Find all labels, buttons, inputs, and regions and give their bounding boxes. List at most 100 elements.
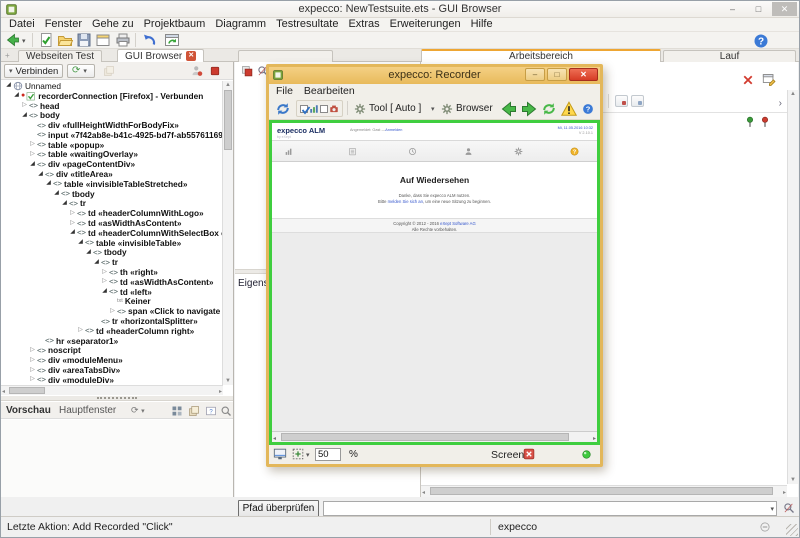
recorded-page-viewport[interactable]: expecco ALM by eXept Angemeldet: Gast —A… xyxy=(269,120,600,445)
scroll-left-icon[interactable]: ◂ xyxy=(422,489,425,496)
tree-node[interactable]: ▷ <> div «moduleDiv» xyxy=(1,375,223,385)
tab-arbeitsbereich[interactable]: Arbeitsbereich xyxy=(421,49,661,62)
record-copy-icon[interactable] xyxy=(241,65,253,77)
expander-icon[interactable]: ◢ xyxy=(28,160,37,169)
scroll-right-icon[interactable]: ▸ xyxy=(593,435,596,442)
expander-icon[interactable]: ◢ xyxy=(4,81,13,90)
tree-horizontal-scrollbar[interactable]: ◂ ▸ xyxy=(1,385,223,395)
tab-vorschau[interactable]: Vorschau xyxy=(6,405,51,416)
record-checkbox-checked[interactable] xyxy=(299,104,310,114)
sync-blue-icon[interactable] xyxy=(275,101,291,117)
tree-node[interactable]: ▷ <> div «moduleMenu» xyxy=(1,355,223,365)
badge-help-icon[interactable]: ? xyxy=(205,405,217,417)
scroll-up-icon[interactable]: ▲ xyxy=(225,82,231,88)
browser-label[interactable]: Browser xyxy=(456,103,493,114)
recorder-titlebar[interactable]: expecco: Recorder – □ ✕ xyxy=(269,67,600,84)
zoom-fit-icon[interactable] xyxy=(291,447,305,461)
back-arrow-icon[interactable] xyxy=(5,32,21,48)
tool-dropdown-icon[interactable]: ▾ xyxy=(431,105,435,113)
tree-node[interactable]: ◢ <> tr xyxy=(1,257,223,267)
expander-icon[interactable]: ◢ xyxy=(84,248,93,257)
expander-icon[interactable]: ▷ xyxy=(100,268,109,277)
accept-doc-icon[interactable] xyxy=(38,32,54,48)
minimize-button[interactable]: – xyxy=(720,2,745,16)
tree-node[interactable]: ▷<>span «Click to navigate to the login … xyxy=(1,306,223,316)
expander-icon[interactable]: ◢ xyxy=(68,228,77,237)
combo-dropdown-icon[interactable]: ▾ xyxy=(770,505,774,513)
menu-erweiterungen[interactable]: Erweiterungen xyxy=(385,18,466,31)
edit-window-icon[interactable] xyxy=(762,72,776,86)
recorder-help-icon[interactable]: ? xyxy=(582,103,594,115)
recorder-menu-bearbeiten[interactable]: Bearbeiten xyxy=(304,85,355,97)
tree-node[interactable]: ▷ <> th «right» xyxy=(1,267,223,277)
menu-gehe-zu[interactable]: Gehe zu xyxy=(87,18,139,31)
record-stop-icon[interactable] xyxy=(209,65,221,77)
tree-node[interactable]: ◢ <> tbody xyxy=(1,189,223,199)
scroll-down-icon[interactable]: ▼ xyxy=(225,378,231,384)
screen-close-icon[interactable] xyxy=(523,448,535,460)
tree-node[interactable]: ◢<>td «headerColumnWithSelectBox center» xyxy=(1,228,223,238)
preview-refresh-icon[interactable]: ⟳ ▾ xyxy=(131,405,145,416)
tree-node[interactable]: ◢ <> body xyxy=(1,110,223,120)
nav-forward-icon[interactable] xyxy=(521,101,537,117)
expander-icon[interactable]: ▷ xyxy=(28,366,37,375)
viewport-horizontal-scrollbar[interactable]: ◂ ▸ xyxy=(272,431,597,442)
reload-icon[interactable] xyxy=(541,101,557,117)
expander-icon[interactable]: ◢ xyxy=(20,111,29,120)
expander-icon[interactable]: ▷ xyxy=(68,219,77,228)
recorder-close-button[interactable]: ✕ xyxy=(569,68,598,81)
tab-gui-browser[interactable]: GUI Browser ✕ xyxy=(117,49,205,62)
tree-node[interactable]: ◢ <> table «invisibleTableStretched» xyxy=(1,179,223,189)
expander-icon[interactable]: ▷ xyxy=(76,326,85,335)
menu-extras[interactable]: Extras xyxy=(343,18,384,31)
undo-icon[interactable] xyxy=(141,32,157,48)
tool-gear-icon[interactable] xyxy=(354,103,366,115)
warning-icon[interactable] xyxy=(561,101,577,117)
tab-hauptfenster[interactable]: Hauptfenster xyxy=(59,405,116,416)
expander-icon[interactable]: ▷ xyxy=(28,356,37,365)
recorder-menu-file[interactable]: File xyxy=(276,85,293,97)
tab-lauf[interactable]: Lauf xyxy=(663,50,796,62)
tree-node[interactable]: ◢ <> td «left» xyxy=(1,287,223,297)
menu-testresultate[interactable]: Testresultate xyxy=(271,18,343,31)
menu-diagramm[interactable]: Diagramm xyxy=(210,18,271,31)
open-folder-icon[interactable] xyxy=(57,32,73,48)
toolbar-overflow-icon[interactable]: › xyxy=(779,98,782,109)
workspace-horizontal-scrollbar[interactable]: ◂ ▸ xyxy=(421,485,787,497)
clear-red-x-icon[interactable] xyxy=(742,74,754,86)
tree-node[interactable]: <> input «7f42ab8e-b41c-4925-bd7f-ab55761… xyxy=(1,130,223,140)
expander-icon[interactable]: ▷ xyxy=(20,101,29,110)
tree-vertical-scrollbar[interactable]: ▲ ▼ xyxy=(222,81,233,385)
tab-add-icon[interactable]: + xyxy=(5,51,10,60)
zoom-dropdown-icon[interactable]: ▾ xyxy=(306,451,310,459)
tool-selector-label[interactable]: Tool [ Auto ] xyxy=(369,103,421,114)
unlink-icon[interactable] xyxy=(631,95,644,107)
tree-node[interactable]: <> hr «separator1» xyxy=(1,336,223,346)
close-button[interactable]: ✕ xyxy=(772,2,797,16)
expander-icon[interactable]: ◢ xyxy=(12,91,21,100)
tree-node[interactable]: ▷ <> table «waitingOverlay» xyxy=(1,150,223,160)
tree-node[interactable]: ◢ <> tr xyxy=(1,199,223,209)
menu-projektbaum[interactable]: Projektbaum xyxy=(139,18,211,31)
save-icon[interactable] xyxy=(76,32,92,48)
magnifier-icon[interactable] xyxy=(220,405,232,417)
recorder-minimize-button[interactable]: – xyxy=(525,68,545,81)
workspace-vertical-scrollbar[interactable]: ▲ ▼ xyxy=(787,90,798,484)
connect-button[interactable]: ▾ Verbinden xyxy=(4,64,64,78)
tree-node[interactable]: ▷ <> div «areaTabsDiv» xyxy=(1,365,223,375)
scroll-up-icon[interactable]: ▲ xyxy=(790,91,796,97)
tree-node[interactable]: ◢ ● recorderConnection [Firefox] - Verbund… xyxy=(1,91,223,101)
tree-node[interactable]: ▷ <> td «asWidthAsContent» xyxy=(1,277,223,287)
maximize-button[interactable]: □ xyxy=(746,2,771,16)
tree-node[interactable]: ◢ <> tbody xyxy=(1,248,223,258)
menu-hilfe[interactable]: Hilfe xyxy=(466,18,498,31)
tab-webseiten-test[interactable]: Webseiten Test xyxy=(18,50,103,62)
tree-node[interactable]: <> div «fullHeightWidthForBodyFix» xyxy=(1,120,223,130)
expander-icon[interactable]: ▷ xyxy=(68,209,77,218)
browser-sync-icon[interactable] xyxy=(164,32,180,48)
expander-icon[interactable]: ▷ xyxy=(108,307,117,316)
help-icon[interactable]: ? xyxy=(753,33,769,49)
pin-green-icon[interactable] xyxy=(744,116,756,128)
panel-splitter[interactable] xyxy=(1,396,233,401)
tree-node[interactable]: ▷ <> td «asWidthAsContent» xyxy=(1,218,223,228)
